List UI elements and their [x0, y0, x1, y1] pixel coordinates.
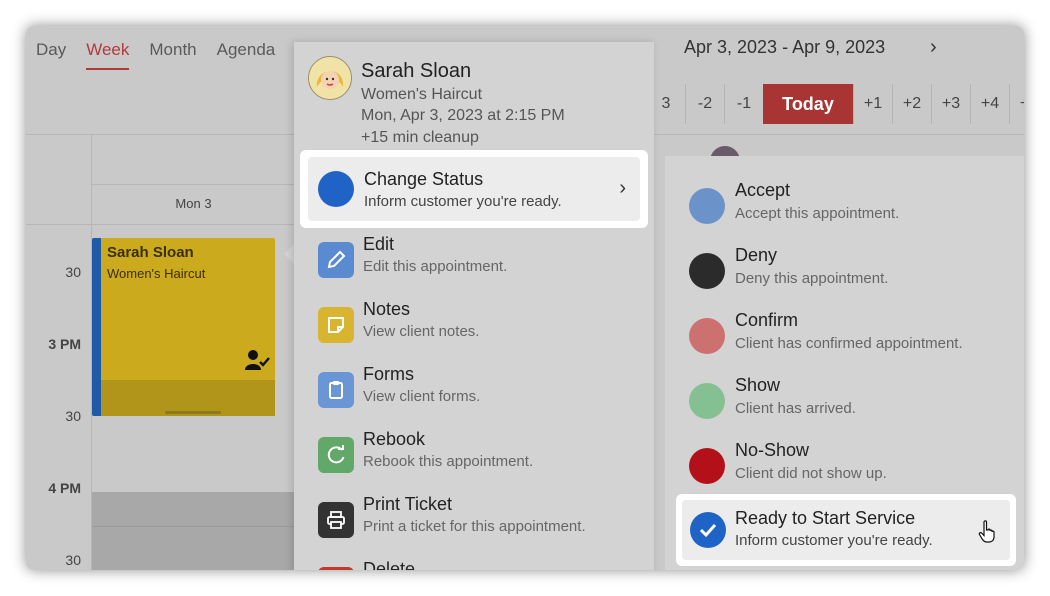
tab-day[interactable]: Day: [36, 40, 66, 70]
chevron-right-icon[interactable]: ›: [930, 36, 937, 59]
time-label: 30: [65, 552, 81, 568]
menu-item-title: Print Ticket: [363, 494, 453, 514]
rebook-icon: [318, 437, 354, 473]
status-subtitle: Client has arrived.: [735, 400, 856, 417]
menu-item-forms[interactable]: Forms View client forms.: [294, 360, 654, 418]
cleanup-time: +15 min cleanup: [361, 129, 479, 146]
status-color-icon: [689, 383, 725, 419]
status-subtitle: Client did not show up.: [735, 465, 887, 482]
checkmark-icon: [690, 512, 726, 548]
chevron-right-icon: ›: [619, 177, 626, 199]
offset-button[interactable]: -2: [685, 84, 724, 124]
offset-button[interactable]: +5: [1009, 84, 1024, 124]
status-item-confirm[interactable]: Confirm Client has confirmed appointment…: [665, 306, 1024, 364]
status-item-deny[interactable]: Deny Deny this appointment.: [665, 241, 1024, 299]
today-button[interactable]: Today: [763, 84, 853, 124]
menu-item-print-ticket[interactable]: Print Ticket Print a ticket for this app…: [294, 490, 654, 548]
offset-button[interactable]: +1: [853, 84, 892, 124]
time-label: 30: [65, 408, 81, 424]
status-title: Confirm: [735, 310, 799, 330]
menu-item-title: Rebook: [363, 429, 426, 449]
status-item-show[interactable]: Show Client has arrived.: [665, 371, 1024, 429]
change-status-button[interactable]: Change Status Inform customer you're rea…: [300, 150, 648, 228]
menu-item-edit[interactable]: Edit Edit this appointment.: [294, 230, 654, 288]
offset-button[interactable]: +4: [970, 84, 1009, 124]
divider: [91, 184, 296, 185]
menu-caret: [284, 244, 294, 264]
appointment-datetime: Mon, Apr 3, 2023 at 2:15 PM: [361, 107, 565, 124]
status-color-icon: [689, 188, 725, 224]
status-title: Show: [735, 375, 781, 395]
appointment-menu: Sarah Sloan Women's Haircut Mon, Apr 3, …: [294, 42, 654, 570]
status-item-ready-to-start-service[interactable]: Ready to Start Service Inform customer y…: [676, 494, 1016, 566]
menu-item-subtitle: View client forms.: [363, 388, 481, 405]
appointment-client: Sarah Sloan: [107, 244, 194, 261]
tab-week[interactable]: Week: [86, 40, 130, 70]
ready-inner: Ready to Start Service Inform customer y…: [682, 500, 1010, 560]
menu-item-delete[interactable]: Delete: [294, 555, 654, 570]
status-subtitle: Inform customer you're ready.: [735, 532, 933, 549]
status-color-icon: [318, 171, 354, 207]
menu-item-subtitle: Print a ticket for this appointment.: [363, 518, 586, 535]
menu-item-title: Delete: [363, 559, 416, 570]
unavailable-block: [92, 492, 296, 570]
menu-item-subtitle: Edit this appointment.: [363, 258, 508, 275]
printer-icon: [318, 502, 354, 538]
status-title: Ready to Start Service: [735, 508, 916, 528]
day-header: Mon 3: [175, 196, 212, 211]
menu-item-subtitle: View client notes.: [363, 323, 480, 340]
clipboard-icon: [318, 372, 354, 408]
time-label: 4 PM: [48, 480, 81, 496]
avatar: [308, 56, 352, 100]
hand-cursor-icon: [978, 520, 996, 549]
status-color-icon: [689, 448, 725, 484]
change-status-inner: Change Status Inform customer you're rea…: [308, 157, 640, 221]
status-title: Deny: [735, 245, 778, 265]
status-subtitle: Client has confirmed appointment.: [735, 335, 963, 352]
client-service: Women's Haircut: [361, 86, 483, 103]
menu-item-title: Forms: [363, 364, 414, 384]
week-offset-bar: 3 -2 -1 Today +1 +2 +3 +4 +5: [646, 84, 1024, 124]
client-name: Sarah Sloan: [361, 60, 472, 82]
pencil-icon: [318, 242, 354, 278]
status-item-accept[interactable]: Accept Accept this appointment.: [665, 176, 1024, 234]
time-label: 3 PM: [48, 336, 81, 352]
appointment-card[interactable]: Sarah Sloan Women's Haircut: [92, 238, 275, 416]
change-status-subtitle: Inform customer you're ready.: [364, 193, 562, 210]
note-icon: [318, 307, 354, 343]
date-range-label: Apr 3, 2023 - Apr 9, 2023: [684, 37, 886, 57]
change-status-title: Change Status: [364, 169, 484, 189]
menu-item-subtitle: Rebook this appointment.: [363, 453, 534, 470]
offset-button[interactable]: -1: [724, 84, 763, 124]
divider: [92, 526, 296, 527]
resize-handle[interactable]: [165, 411, 221, 414]
menu-item-title: Edit: [363, 234, 395, 254]
divider: [26, 224, 296, 225]
scheduler-window: Day Week Month Agenda Apr 3, 2023 - Apr …: [26, 26, 1024, 570]
status-item-no-show[interactable]: No-Show Client did not show up.: [665, 436, 1024, 494]
offset-button[interactable]: +3: [931, 84, 970, 124]
menu-item-notes[interactable]: Notes View client notes.: [294, 295, 654, 353]
status-title: Accept: [735, 180, 791, 200]
time-label: 30: [65, 264, 81, 280]
status-title: No-Show: [735, 440, 810, 460]
status-color-icon: [689, 253, 725, 289]
tab-agenda[interactable]: Agenda: [217, 40, 276, 70]
menu-item-rebook[interactable]: Rebook Rebook this appointment.: [294, 425, 654, 483]
trash-icon: [318, 567, 354, 570]
user-check-icon: [245, 349, 271, 376]
status-color-icon: [689, 318, 725, 354]
menu-item-title: Notes: [363, 299, 411, 319]
view-tabs: Day Week Month Agenda: [36, 40, 275, 70]
status-subtitle: Accept this appointment.: [735, 205, 900, 222]
status-subtitle: Deny this appointment.: [735, 270, 889, 287]
offset-button[interactable]: +2: [892, 84, 931, 124]
tab-month[interactable]: Month: [149, 40, 196, 70]
appointment-service: Women's Haircut: [107, 266, 206, 281]
